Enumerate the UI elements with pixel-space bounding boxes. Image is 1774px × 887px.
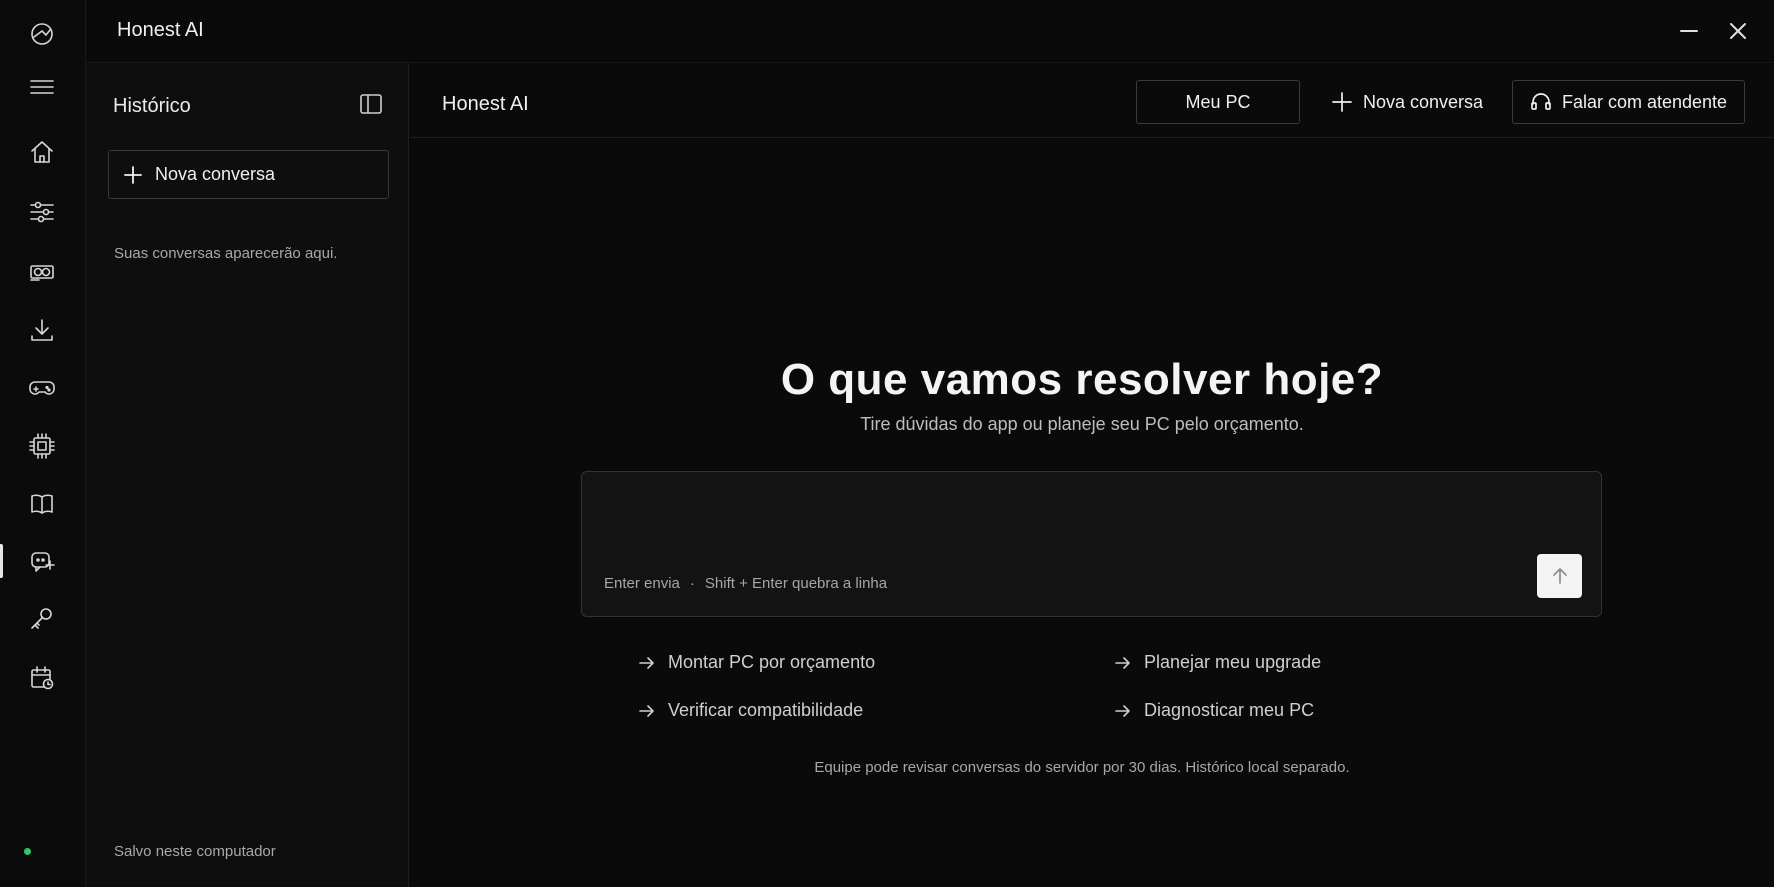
app-title: Honest AI bbox=[117, 19, 204, 41]
plus-icon bbox=[1332, 92, 1352, 112]
download-icon[interactable] bbox=[20, 310, 64, 350]
new-chat-button[interactable]: Nova conversa bbox=[1322, 80, 1492, 124]
suggestion-label: Verificar compatibilidade bbox=[668, 700, 864, 720]
message-composer: Enter envia · Shift + Enter quebra a lin… bbox=[581, 471, 1602, 617]
logo-icon[interactable] bbox=[20, 14, 64, 54]
suggestion-diagnose-pc[interactable]: Diagnosticar meu PC bbox=[1114, 700, 1314, 721]
hero-title: O que vamos resolver hoje? bbox=[780, 355, 1384, 404]
arrow-right-icon bbox=[1115, 656, 1130, 669]
arrow-right-icon bbox=[1115, 704, 1130, 717]
talk-to-agent-button[interactable]: Falar com atendente bbox=[1512, 80, 1745, 124]
my-pc-label: Meu PC bbox=[1185, 91, 1251, 112]
main-title: Honest AI bbox=[442, 93, 529, 115]
minimize-icon[interactable] bbox=[1672, 14, 1706, 48]
hint-separator: · bbox=[689, 575, 695, 592]
sliders-icon[interactable] bbox=[20, 192, 64, 232]
composer-hint: Enter envia · Shift + Enter quebra a lin… bbox=[604, 575, 887, 592]
arrow-up-icon bbox=[1552, 568, 1567, 584]
gpu-icon[interactable] bbox=[20, 252, 64, 292]
saved-locally-text: Salvo neste computador bbox=[114, 843, 276, 860]
chip-icon[interactable] bbox=[20, 426, 64, 466]
headset-icon bbox=[1531, 93, 1551, 110]
sidebar-new-chat-button[interactable]: Nova conversa bbox=[108, 150, 389, 199]
suggestion-label: Diagnosticar meu PC bbox=[1144, 700, 1315, 720]
book-icon[interactable] bbox=[20, 484, 64, 524]
new-chat-label: Nova conversa bbox=[1362, 91, 1484, 112]
plus-icon bbox=[124, 165, 142, 184]
icon-rail bbox=[0, 0, 86, 887]
arrow-right-icon bbox=[639, 656, 654, 669]
active-indicator bbox=[0, 544, 3, 578]
arrow-right-icon bbox=[639, 704, 654, 717]
suggestion-label: Montar PC por orçamento bbox=[668, 652, 876, 672]
menu-icon[interactable] bbox=[20, 67, 64, 107]
gamepad-icon[interactable] bbox=[20, 368, 64, 408]
ai-chat-icon[interactable] bbox=[20, 541, 64, 581]
hint-newline: Shift + Enter quebra a linha bbox=[704, 575, 888, 592]
message-input[interactable] bbox=[602, 488, 1562, 548]
suggestion-plan-upgrade[interactable]: Planejar meu upgrade bbox=[1114, 652, 1321, 673]
suggestion-check-compatibility[interactable]: Verificar compatibilidade bbox=[638, 700, 863, 721]
key-icon[interactable] bbox=[20, 599, 64, 639]
history-empty-text: Suas conversas aparecerão aqui. bbox=[114, 245, 338, 262]
connection-status-dot bbox=[24, 848, 31, 855]
my-pc-button[interactable]: Meu PC bbox=[1136, 80, 1300, 124]
sidebar-title: Histórico bbox=[113, 95, 191, 117]
hero-subtitle: Tire dúvidas do app ou planeje seu PC pe… bbox=[860, 414, 1304, 434]
send-button[interactable] bbox=[1537, 554, 1582, 598]
main-header: Honest AI Meu PC Nova conversa Falar com… bbox=[410, 62, 1774, 138]
sidebar-toggle-icon[interactable] bbox=[356, 89, 386, 119]
talk-to-agent-label: Falar com atendente bbox=[1561, 91, 1728, 112]
hint-send: Enter envia bbox=[604, 575, 680, 592]
privacy-disclaimer: Equipe pode revisar conversas do servido… bbox=[814, 759, 1350, 776]
calendar-icon[interactable] bbox=[20, 658, 64, 698]
history-sidebar: Histórico Nova conversa Suas conversas a… bbox=[86, 62, 409, 887]
home-icon[interactable] bbox=[20, 132, 64, 172]
sidebar-new-chat-label: Nova conversa bbox=[155, 164, 276, 184]
suggestion-label: Planejar meu upgrade bbox=[1144, 652, 1322, 672]
suggestion-build-pc[interactable]: Montar PC por orçamento bbox=[638, 652, 875, 673]
close-icon[interactable] bbox=[1721, 14, 1755, 48]
